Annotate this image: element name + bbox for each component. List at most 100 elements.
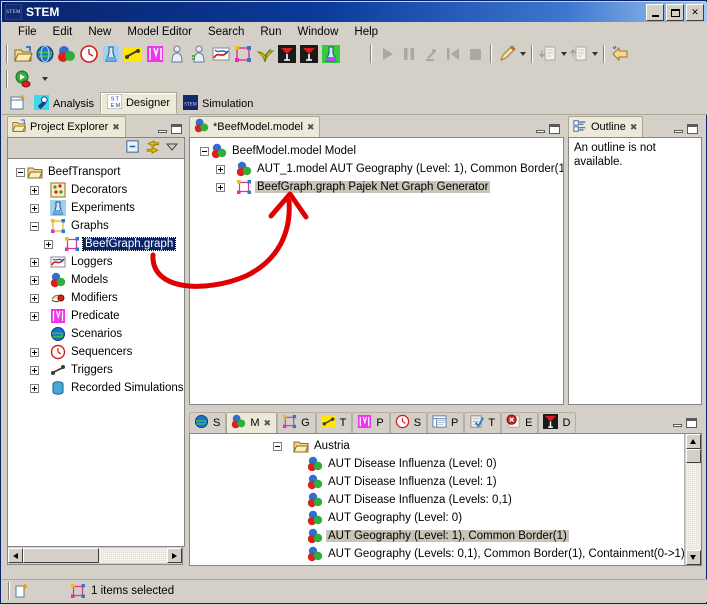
hscroll-track[interactable] (99, 548, 167, 563)
tab-models[interactable]: M ✖ (226, 412, 278, 433)
tree-item-loggers[interactable]: Loggers (8, 253, 184, 271)
close-button[interactable]: ✕ (686, 4, 704, 21)
expander-plus-icon[interactable] (30, 347, 39, 357)
new-graph-icon[interactable] (233, 44, 253, 64)
pause-icon[interactable] (399, 44, 419, 64)
new-scenario-globe-icon[interactable] (35, 44, 55, 64)
tab-graphs[interactable]: G (277, 412, 316, 433)
menu-edit[interactable]: Edit (45, 24, 81, 40)
maximize-icon[interactable] (687, 124, 698, 134)
tree-item-triggers[interactable]: Triggers (8, 361, 184, 379)
bottom-tree-item-row[interactable]: AUT Disease Influenza (Level: 0) (190, 455, 684, 473)
editor-tree-item-root[interactable]: BeefModel.model Model (190, 142, 563, 160)
bottom-tree-item-row[interactable]: AUT Geography (Levels: 0,1), Common Bord… (190, 545, 684, 563)
view-menu-icon[interactable] (165, 141, 179, 156)
menu-file[interactable]: File (10, 24, 45, 40)
menu-new[interactable]: New (80, 24, 119, 40)
pen-icon[interactable] (497, 44, 517, 64)
expander-plus-icon[interactable] (216, 182, 225, 192)
run-scenario-icon[interactable] (13, 69, 33, 89)
minimize-icon[interactable] (672, 419, 683, 428)
expander-plus-icon[interactable] (30, 365, 39, 375)
expander-plus-icon[interactable] (30, 185, 39, 195)
maximize-icon[interactable] (686, 418, 697, 428)
export-dropdown-arrow[interactable] (590, 44, 599, 64)
maximize-icon[interactable] (549, 124, 560, 134)
tree-item-beefgraph[interactable]: BeefGraph.graph (8, 235, 184, 253)
tab-triggers[interactable]: T (315, 412, 353, 433)
menu-run[interactable]: Run (252, 24, 289, 40)
open-project-icon[interactable] (13, 44, 33, 64)
expander-minus-icon[interactable] (273, 441, 282, 451)
minimize-icon[interactable] (535, 125, 546, 134)
minimize-icon[interactable] (157, 125, 168, 134)
tree-item-predicate[interactable]: Predicate (8, 307, 184, 325)
editor-tree-item-beefgraph[interactable]: BeefGraph.graph Pajek Net Graph Generato… (190, 178, 563, 196)
export-icon[interactable] (569, 44, 589, 64)
tab-sequencers[interactable]: S (389, 412, 428, 433)
expander-plus-icon[interactable] (30, 311, 39, 321)
expander-plus-icon[interactable] (30, 257, 39, 267)
tab-outline[interactable]: Outline ✖ (568, 116, 644, 137)
tab-scenarios[interactable]: S (189, 412, 227, 433)
maximize-button[interactable] (666, 4, 684, 21)
pen-dropdown-arrow[interactable] (518, 44, 527, 64)
tree-item-modifiers[interactable]: Modifiers (8, 289, 184, 307)
editor-tree-item-aut1[interactable]: AUT_1.model AUT Geography (Level: 1), Co… (190, 160, 563, 178)
tab-beefmodel[interactable]: *BeefModel.model ✖ (189, 116, 321, 137)
link-with-editor-icon[interactable] (145, 139, 161, 157)
new-disease-icon[interactable] (277, 44, 297, 64)
reset-icon[interactable] (443, 44, 463, 64)
import-dropdown-arrow[interactable] (559, 44, 568, 64)
stop-icon[interactable] (465, 44, 485, 64)
tree-item-graphs[interactable]: Graphs (8, 217, 184, 235)
close-icon[interactable]: ✖ (264, 418, 272, 429)
new-predicate-icon[interactable] (145, 44, 165, 64)
bottom-tree-item-row[interactable]: AUT Disease Influenza (Levels: 0,1) (190, 491, 684, 509)
bottom-tree-item-row-selected[interactable]: AUT Geography (Level: 1), Common Border(… (190, 527, 684, 545)
menu-help[interactable]: Help (346, 24, 386, 40)
expander-plus-icon[interactable] (30, 203, 39, 213)
new-population-model-icon[interactable] (189, 44, 209, 64)
tree-item-scenarios[interactable]: Scenarios (8, 325, 184, 343)
menu-window[interactable]: Window (289, 24, 346, 40)
scroll-up-button[interactable] (685, 434, 701, 449)
open-perspective-icon[interactable] (8, 93, 28, 113)
expander-minus-icon[interactable] (30, 221, 39, 231)
perspective-designer[interactable]: S T E M Designer (99, 92, 177, 114)
expander-minus-icon[interactable] (200, 146, 209, 156)
back-icon[interactable] (610, 44, 630, 64)
tab-tasks[interactable]: T (464, 412, 502, 433)
import-icon[interactable] (538, 44, 558, 64)
new-logger-icon[interactable] (211, 44, 231, 64)
tree-item-decorators[interactable]: Decorators (8, 181, 184, 199)
new-food-production-icon[interactable] (321, 44, 341, 64)
bottom-tree-item-row[interactable]: AUT Geography (Level: 0) (190, 509, 684, 527)
tree-item-beeftransport[interactable]: BeefTransport (8, 163, 184, 181)
scroll-right-button[interactable] (167, 548, 182, 563)
close-icon[interactable]: ✖ (307, 122, 315, 133)
tree-item-recorded-simulations[interactable]: Recorded Simulations (8, 379, 184, 397)
run-icon[interactable] (377, 44, 397, 64)
minimize-button[interactable] (646, 4, 664, 21)
new-infector-icon[interactable]: I (299, 44, 319, 64)
perspective-analysis[interactable]: Analysis (28, 94, 100, 114)
tab-properties[interactable]: P (427, 412, 465, 433)
menu-search[interactable]: Search (200, 24, 252, 40)
collapse-all-icon[interactable] (125, 139, 140, 157)
bottom-panel-vscrollbar[interactable] (684, 434, 701, 565)
expander-plus-icon[interactable] (30, 383, 39, 393)
expander-plus-icon[interactable] (30, 293, 39, 303)
menu-model-editor[interactable]: Model Editor (119, 24, 200, 40)
expander-minus-icon[interactable] (16, 167, 25, 177)
vscroll-track[interactable] (685, 463, 701, 550)
new-model-icon[interactable] (57, 44, 77, 64)
hscroll-thumb[interactable] (23, 548, 99, 563)
expander-plus-icon[interactable] (216, 164, 225, 174)
close-icon[interactable]: ✖ (112, 122, 120, 133)
step-icon[interactable] (421, 44, 441, 64)
tab-project-explorer[interactable]: Project Explorer ✖ (7, 116, 126, 137)
tab-errors[interactable]: E (501, 412, 539, 433)
new-trigger-icon[interactable] (123, 44, 143, 64)
minimize-icon[interactable] (673, 125, 684, 134)
